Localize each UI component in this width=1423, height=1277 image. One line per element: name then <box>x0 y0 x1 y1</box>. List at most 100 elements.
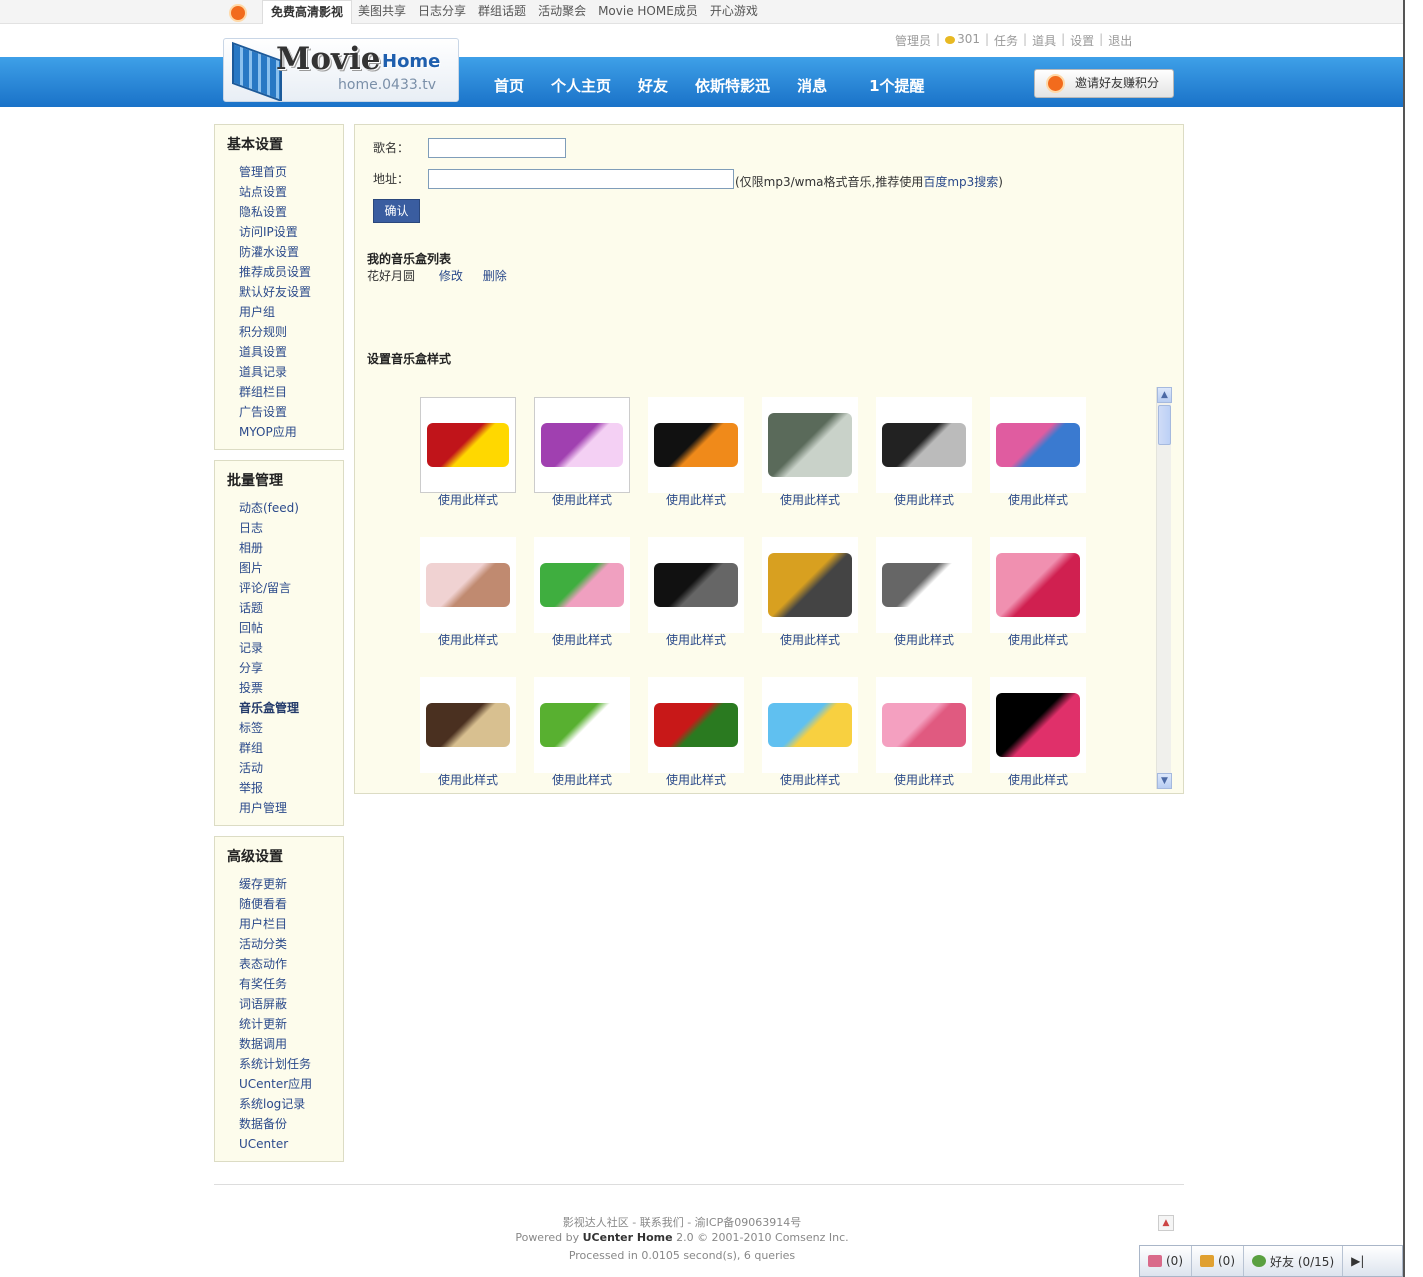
nav-reminder[interactable]: 1个提醒 <box>869 75 924 96</box>
admin-link[interactable]: 管理员 <box>895 32 931 49</box>
sidebar-item[interactable]: 默认好友设置 <box>239 282 343 302</box>
style-thumbnail[interactable] <box>990 537 1086 633</box>
style-thumbnail[interactable] <box>534 397 630 493</box>
top-tab-photos[interactable]: 美图共享 <box>352 0 412 24</box>
nav-profile[interactable]: 个人主页 <box>551 75 611 96</box>
sidebar-item[interactable]: 分享 <box>239 658 343 678</box>
use-style-link[interactable]: 使用此样式 <box>990 631 1086 648</box>
site-logo-icon[interactable] <box>229 4 247 22</box>
use-style-link[interactable]: 使用此样式 <box>876 491 972 508</box>
sidebar-item[interactable]: 评论/留言 <box>239 578 343 598</box>
use-style-link[interactable]: 使用此样式 <box>762 631 858 648</box>
style-thumbnail[interactable] <box>876 397 972 493</box>
style-thumbnail[interactable] <box>876 677 972 773</box>
use-style-link[interactable]: 使用此样式 <box>648 491 744 508</box>
sidebar-item[interactable]: 统计更新 <box>239 1014 343 1034</box>
style-thumbnail[interactable] <box>762 677 858 773</box>
sidebar-item[interactable]: 话题 <box>239 598 343 618</box>
dock-messages[interactable]: (0) <box>1140 1246 1192 1276</box>
sidebar-item[interactable]: 回帖 <box>239 618 343 638</box>
sidebar-item[interactable]: UCenter应用 <box>239 1074 343 1094</box>
sidebar-item[interactable]: 数据调用 <box>239 1034 343 1054</box>
props-link[interactable]: 道具 <box>1032 32 1056 49</box>
style-thumbnail[interactable] <box>420 677 516 773</box>
sidebar-item[interactable]: 投票 <box>239 678 343 698</box>
style-thumbnail[interactable] <box>990 677 1086 773</box>
edit-song-link[interactable]: 修改 <box>439 269 463 283</box>
sidebar-item[interactable]: 站点设置 <box>239 182 343 202</box>
use-style-link[interactable]: 使用此样式 <box>534 631 630 648</box>
scroll-down-icon[interactable]: ▼ <box>1157 773 1172 789</box>
song-url-input[interactable] <box>428 169 734 189</box>
style-scrollbar[interactable]: ▲ ▼ <box>1156 387 1172 789</box>
use-style-link[interactable]: 使用此样式 <box>762 491 858 508</box>
sidebar-item[interactable]: 访问IP设置 <box>239 222 343 242</box>
use-style-link[interactable]: 使用此样式 <box>762 771 858 788</box>
sidebar-item[interactable]: 词语屏蔽 <box>239 994 343 1014</box>
use-style-link[interactable]: 使用此样式 <box>990 771 1086 788</box>
style-thumbnail[interactable] <box>648 677 744 773</box>
sidebar-item[interactable]: 数据备份 <box>239 1114 343 1134</box>
nav-home[interactable]: 首页 <box>494 75 524 96</box>
sidebar-item[interactable]: 群组 <box>239 738 343 758</box>
style-thumbnail[interactable] <box>420 537 516 633</box>
sidebar-item[interactable]: 表态动作 <box>239 954 343 974</box>
use-style-link[interactable]: 使用此样式 <box>420 631 516 648</box>
scroll-thumb[interactable] <box>1158 405 1171 445</box>
sidebar-item[interactable]: 积分规则 <box>239 322 343 342</box>
nav-friends[interactable]: 好友 <box>638 75 668 96</box>
sidebar-item[interactable]: 随便看看 <box>239 894 343 914</box>
sidebar-item[interactable]: 日志 <box>239 518 343 538</box>
sidebar-item[interactable]: 图片 <box>239 558 343 578</box>
style-thumbnail[interactable] <box>990 397 1086 493</box>
sidebar-item[interactable]: 活动 <box>239 758 343 778</box>
top-tab-blogs[interactable]: 日志分享 <box>412 0 472 24</box>
sidebar-item[interactable]: 推荐成员设置 <box>239 262 343 282</box>
style-thumbnail[interactable] <box>534 537 630 633</box>
sidebar-item[interactable]: 用户栏目 <box>239 914 343 934</box>
style-thumbnail[interactable] <box>648 537 744 633</box>
style-thumbnail[interactable] <box>648 397 744 493</box>
nav-messages[interactable]: 消息 <box>797 75 827 96</box>
sidebar-item[interactable]: 动态(feed) <box>239 498 343 518</box>
sidebar-item[interactable]: 记录 <box>239 638 343 658</box>
use-style-link[interactable]: 使用此样式 <box>876 631 972 648</box>
site-logo[interactable]: Movie Home home.0433.tv <box>223 38 459 102</box>
sidebar-item[interactable]: 用户组 <box>239 302 343 322</box>
sidebar-item[interactable]: 管理首页 <box>239 162 343 182</box>
sidebar-item[interactable]: 广告设置 <box>239 402 343 422</box>
sidebar-item[interactable]: 系统计划任务 <box>239 1054 343 1074</box>
use-style-link[interactable]: 使用此样式 <box>876 771 972 788</box>
style-thumbnail[interactable] <box>762 537 858 633</box>
footer-links[interactable]: 影视达人社区 - 联系我们 - 渝ICP备09063914号 <box>354 1214 1010 1230</box>
sidebar-item[interactable]: 音乐盒管理 <box>239 698 343 718</box>
top-tab-events[interactable]: 活动聚会 <box>532 0 592 24</box>
powered-name[interactable]: UCenter Home <box>583 1231 673 1244</box>
use-style-link[interactable]: 使用此样式 <box>534 491 630 508</box>
sidebar-item[interactable]: 防灌水设置 <box>239 242 343 262</box>
song-name-input[interactable] <box>428 138 566 158</box>
use-style-link[interactable]: 使用此样式 <box>420 771 516 788</box>
sidebar-item[interactable]: 隐私设置 <box>239 202 343 222</box>
scroll-up-icon[interactable]: ▲ <box>1157 387 1172 403</box>
delete-song-link[interactable]: 删除 <box>483 269 507 283</box>
sidebar-item[interactable]: 标签 <box>239 718 343 738</box>
dock-collapse-icon[interactable]: ▶| <box>1343 1246 1372 1276</box>
use-style-link[interactable]: 使用此样式 <box>648 631 744 648</box>
style-thumbnail[interactable] <box>876 537 972 633</box>
top-tab-members[interactable]: Movie HOME成员 <box>592 0 704 24</box>
top-tab-games[interactable]: 开心游戏 <box>704 0 764 24</box>
use-style-link[interactable]: 使用此样式 <box>648 771 744 788</box>
style-thumbnail[interactable] <box>420 397 516 493</box>
back-to-top-icon[interactable]: ▲ <box>1158 1215 1174 1231</box>
sidebar-item[interactable]: 相册 <box>239 538 343 558</box>
sidebar-item[interactable]: MYOP应用 <box>239 422 343 442</box>
style-thumbnail[interactable] <box>534 677 630 773</box>
sidebar-item[interactable]: 道具设置 <box>239 342 343 362</box>
top-tab-groups[interactable]: 群组话题 <box>472 0 532 24</box>
dock-friends[interactable]: 好友 (0/15) <box>1244 1246 1344 1276</box>
sidebar-item[interactable]: 举报 <box>239 778 343 798</box>
sidebar-item[interactable]: 活动分类 <box>239 934 343 954</box>
sidebar-item[interactable]: 道具记录 <box>239 362 343 382</box>
sidebar-item[interactable]: 群组栏目 <box>239 382 343 402</box>
